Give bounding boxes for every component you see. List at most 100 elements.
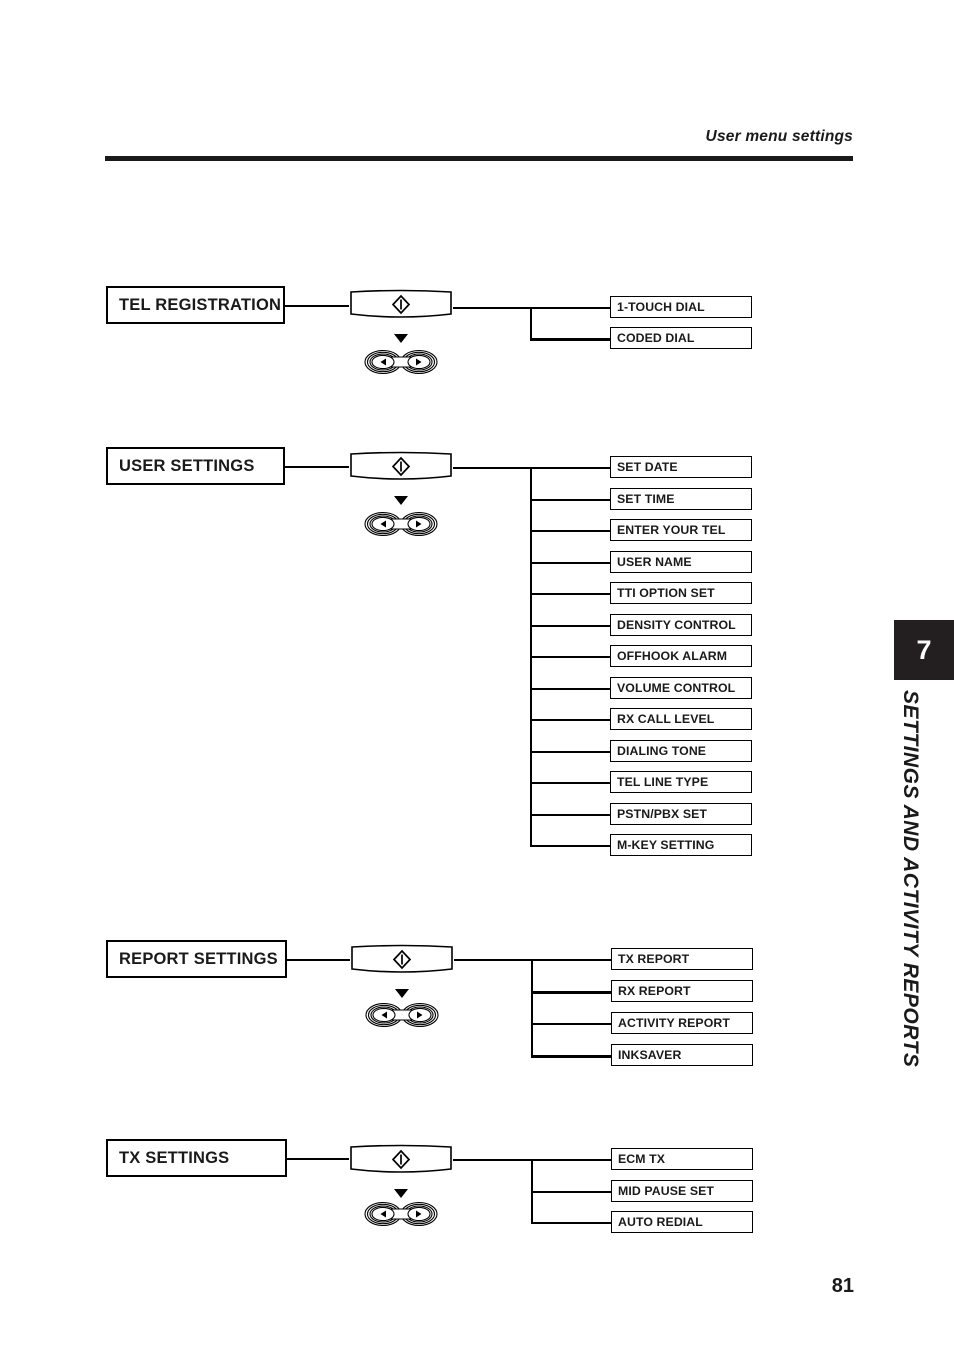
connector-line bbox=[530, 593, 610, 595]
menu-item-box: 1-TOUCH DIAL bbox=[610, 296, 752, 318]
connector-line bbox=[531, 1222, 611, 1224]
chapter-number-tab: 7 bbox=[894, 620, 954, 680]
menu-item-box: SET DATE bbox=[610, 456, 752, 478]
menu-item-label: OFFHOOK ALARM bbox=[617, 649, 728, 663]
menu-item-label: MID PAUSE SET bbox=[618, 1183, 715, 1198]
connector-line bbox=[531, 1159, 611, 1161]
menu-item-label: ACTIVITY REPORT bbox=[618, 1016, 730, 1030]
tree-trunk-line bbox=[530, 307, 533, 338]
connector-line bbox=[531, 1190, 611, 1194]
connector-line bbox=[453, 1159, 533, 1161]
menu-item-box: TEL LINE TYPE bbox=[610, 771, 752, 793]
menu-item-box: RX REPORT bbox=[611, 980, 753, 1002]
connector-line bbox=[531, 1023, 611, 1025]
menu-item-label: TX REPORT bbox=[618, 952, 690, 966]
connector-line bbox=[531, 991, 611, 994]
menu-group-label: TX SETTINGS bbox=[119, 1148, 230, 1167]
left-right-arrow-key-icon bbox=[363, 349, 439, 375]
menu-item-label: SET DATE bbox=[617, 460, 678, 474]
menu-item-box: DIALING TONE bbox=[610, 739, 752, 762]
tree-trunk-line bbox=[531, 959, 534, 1055]
chapter-title: SETTINGS AND ACTIVITY REPORTS bbox=[899, 690, 922, 1068]
menu-item-box: TTI OPTION SET bbox=[610, 582, 752, 604]
connector-line bbox=[530, 467, 610, 469]
menu-item-box: SET TIME bbox=[610, 487, 752, 510]
down-caret-icon bbox=[395, 989, 409, 998]
connector-line bbox=[530, 624, 610, 628]
menu-item-label: M-KEY SETTING bbox=[617, 838, 715, 852]
menu-item-box: PSTN/PBX SET bbox=[610, 802, 752, 825]
menu-group-label: USER SETTINGS bbox=[119, 456, 255, 475]
menu-item-box: VOLUME CONTROL bbox=[610, 676, 752, 699]
down-caret-icon bbox=[394, 1189, 408, 1198]
header-divider bbox=[105, 156, 853, 161]
menu-item-box: AUTO REDIAL bbox=[611, 1211, 753, 1233]
menu-item-box: TX REPORT bbox=[611, 948, 753, 970]
connector-line bbox=[530, 687, 610, 691]
menu-item-label: CODED DIAL bbox=[617, 331, 695, 345]
connector-line bbox=[530, 845, 610, 847]
connector-line bbox=[530, 750, 610, 754]
menu-item-label: PSTN/PBX SET bbox=[617, 806, 708, 821]
left-right-arrow-key-icon bbox=[363, 1201, 439, 1227]
down-caret-icon bbox=[394, 334, 408, 343]
page-header: User menu settings bbox=[105, 128, 853, 168]
menu-item-label: AUTO REDIAL bbox=[618, 1215, 703, 1229]
menu-item-box: CODED DIAL bbox=[610, 327, 752, 349]
menu-item-box: RX CALL LEVEL bbox=[610, 708, 752, 730]
menu-item-label: RX REPORT bbox=[618, 984, 691, 998]
connector-line bbox=[530, 719, 610, 721]
connector-line bbox=[285, 305, 349, 307]
menu-item-label: DENSITY CONTROL bbox=[617, 617, 736, 632]
connector-line bbox=[530, 561, 610, 565]
menu-item-label: TEL LINE TYPE bbox=[617, 775, 709, 789]
connector-line bbox=[287, 959, 350, 961]
left-right-arrow-key-icon bbox=[364, 1002, 440, 1028]
start-diamond-icon bbox=[350, 944, 454, 975]
connector-line bbox=[454, 959, 533, 961]
menu-item-box: ACTIVITY REPORT bbox=[611, 1012, 753, 1034]
menu-group-user-settings: USER SETTINGS bbox=[106, 447, 285, 485]
menu-item-label: SET TIME bbox=[617, 491, 675, 506]
menu-group-label: REPORT SETTINGS bbox=[119, 949, 278, 968]
menu-item-label: TTI OPTION SET bbox=[617, 586, 715, 600]
menu-item-label: INKSAVER bbox=[618, 1048, 682, 1062]
menu-group-report-settings: REPORT SETTINGS bbox=[106, 940, 287, 978]
connector-line bbox=[530, 498, 610, 502]
menu-group-tx-settings: TX SETTINGS bbox=[106, 1139, 287, 1177]
menu-item-box: OFFHOOK ALARM bbox=[610, 645, 752, 667]
menu-item-box: DENSITY CONTROL bbox=[610, 613, 752, 636]
connector-line bbox=[453, 467, 532, 469]
connector-line bbox=[285, 466, 349, 468]
menu-item-box: ECM TX bbox=[611, 1148, 753, 1170]
menu-item-label: DIALING TONE bbox=[617, 743, 707, 758]
start-diamond-icon bbox=[349, 1144, 453, 1175]
page-number: 81 bbox=[831, 1275, 854, 1297]
menu-item-label: VOLUME CONTROL bbox=[617, 680, 736, 695]
menu-item-box: INKSAVER bbox=[611, 1044, 753, 1066]
connector-line bbox=[453, 307, 532, 309]
connector-line bbox=[530, 530, 610, 532]
menu-item-label: 1-TOUCH DIAL bbox=[617, 300, 705, 314]
connector-line bbox=[530, 813, 610, 817]
left-right-arrow-key-icon bbox=[363, 511, 439, 537]
connector-line bbox=[287, 1158, 349, 1160]
menu-item-label: ENTER YOUR TEL bbox=[617, 523, 726, 537]
menu-item-box: USER NAME bbox=[610, 550, 752, 573]
menu-item-box: ENTER YOUR TEL bbox=[610, 519, 752, 541]
menu-item-label: USER NAME bbox=[617, 554, 692, 569]
connector-line bbox=[530, 656, 610, 658]
menu-group-tel-registration: TEL REGISTRATION bbox=[106, 286, 285, 324]
connector-line bbox=[531, 1055, 611, 1058]
menu-item-label: RX CALL LEVEL bbox=[617, 712, 715, 726]
start-diamond-icon bbox=[349, 289, 453, 320]
connector-line bbox=[530, 307, 610, 309]
connector-line bbox=[531, 959, 611, 961]
menu-item-box: M-KEY SETTING bbox=[610, 834, 752, 856]
start-diamond-icon bbox=[349, 451, 453, 482]
menu-item-box: MID PAUSE SET bbox=[611, 1179, 753, 1202]
page-title: User menu settings bbox=[705, 128, 853, 145]
menu-group-label: TEL REGISTRATION bbox=[119, 295, 282, 314]
menu-item-label: ECM TX bbox=[618, 1152, 666, 1166]
connector-line bbox=[530, 782, 610, 784]
